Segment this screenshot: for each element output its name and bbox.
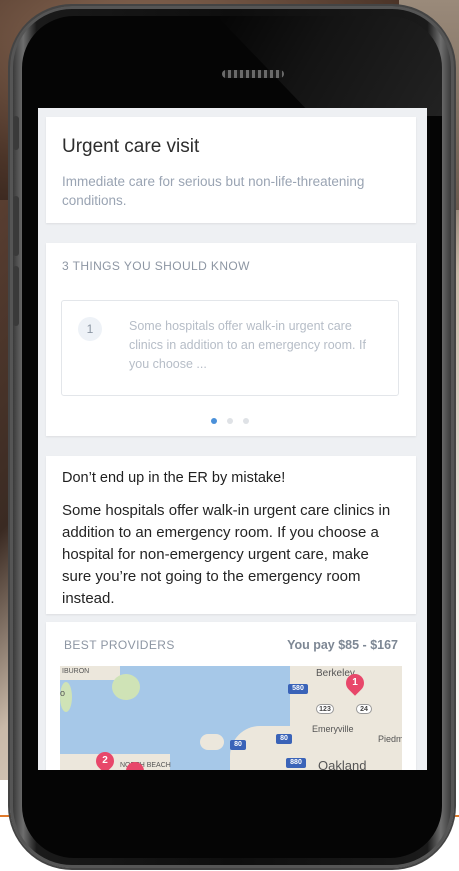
highway-shield-580: 580 [288, 684, 308, 694]
mute-switch [13, 116, 19, 150]
volume-down-button [13, 266, 19, 326]
highway-shield-80-west: 80 [230, 740, 246, 750]
pagination-dot[interactable] [227, 418, 233, 424]
providers-heading: BEST PROVIDERS [64, 638, 175, 652]
volume-up-button [13, 196, 19, 256]
app-screen: Urgent care visit Immediate care for ser… [38, 108, 427, 770]
screen-glare [217, 16, 442, 116]
map-label-piedmont: Piedm [378, 734, 402, 744]
tip-carousel-item[interactable]: 1 Some hospitals offer walk-in urgent ca… [61, 300, 399, 396]
tips-card: 3 THINGS YOU SHOULD KNOW 1 Some hospital… [46, 243, 416, 436]
map-label-emeryville: Emeryville [312, 724, 354, 734]
map-pin-2[interactable]: 2 [92, 748, 118, 770]
highway-shield-880: 880 [286, 758, 306, 768]
tip-number-badge: 1 [78, 317, 102, 341]
map-island [112, 674, 140, 700]
map-pin-1[interactable]: 1 [342, 670, 368, 696]
tips-heading: 3 THINGS YOU SHOULD KNOW [62, 259, 250, 273]
highway-shield-80-east: 80 [276, 734, 292, 744]
warning-body: Some hospitals offer walk-in urgent care… [62, 502, 391, 607]
tip-text: Some hospitals offer walk-in urgent care… [129, 319, 366, 371]
er-warning-card: Don’t end up in the ER by mistake! Some … [46, 456, 416, 614]
providers-card: BEST PROVIDERS You pay $85 - $167 IBURON… [46, 622, 416, 770]
map-label-oakland: Oakland [318, 758, 367, 770]
map-label-o: o [60, 688, 66, 698]
route-shield-24: 24 [356, 704, 372, 714]
visit-type-card: Urgent care visit Immediate care for ser… [46, 117, 416, 223]
price-range: You pay $85 - $167 [287, 638, 398, 652]
earpiece-speaker [222, 70, 284, 78]
pagination-dot-active[interactable] [211, 418, 217, 424]
map-island-small [200, 734, 224, 750]
pagination-dot[interactable] [243, 418, 249, 424]
providers-map[interactable]: IBURON o Berkeley Emeryville Piedm Oakla… [60, 666, 402, 770]
route-shield-123: 123 [316, 704, 334, 714]
page-title: Urgent care visit [62, 136, 200, 157]
visit-description: Immediate care for serious but non-life-… [62, 174, 365, 208]
map-label-tiburon: IBURON [62, 668, 90, 675]
warning-title: Don’t end up in the ER by mistake! [62, 470, 286, 486]
carousel-pagination [211, 411, 259, 429]
